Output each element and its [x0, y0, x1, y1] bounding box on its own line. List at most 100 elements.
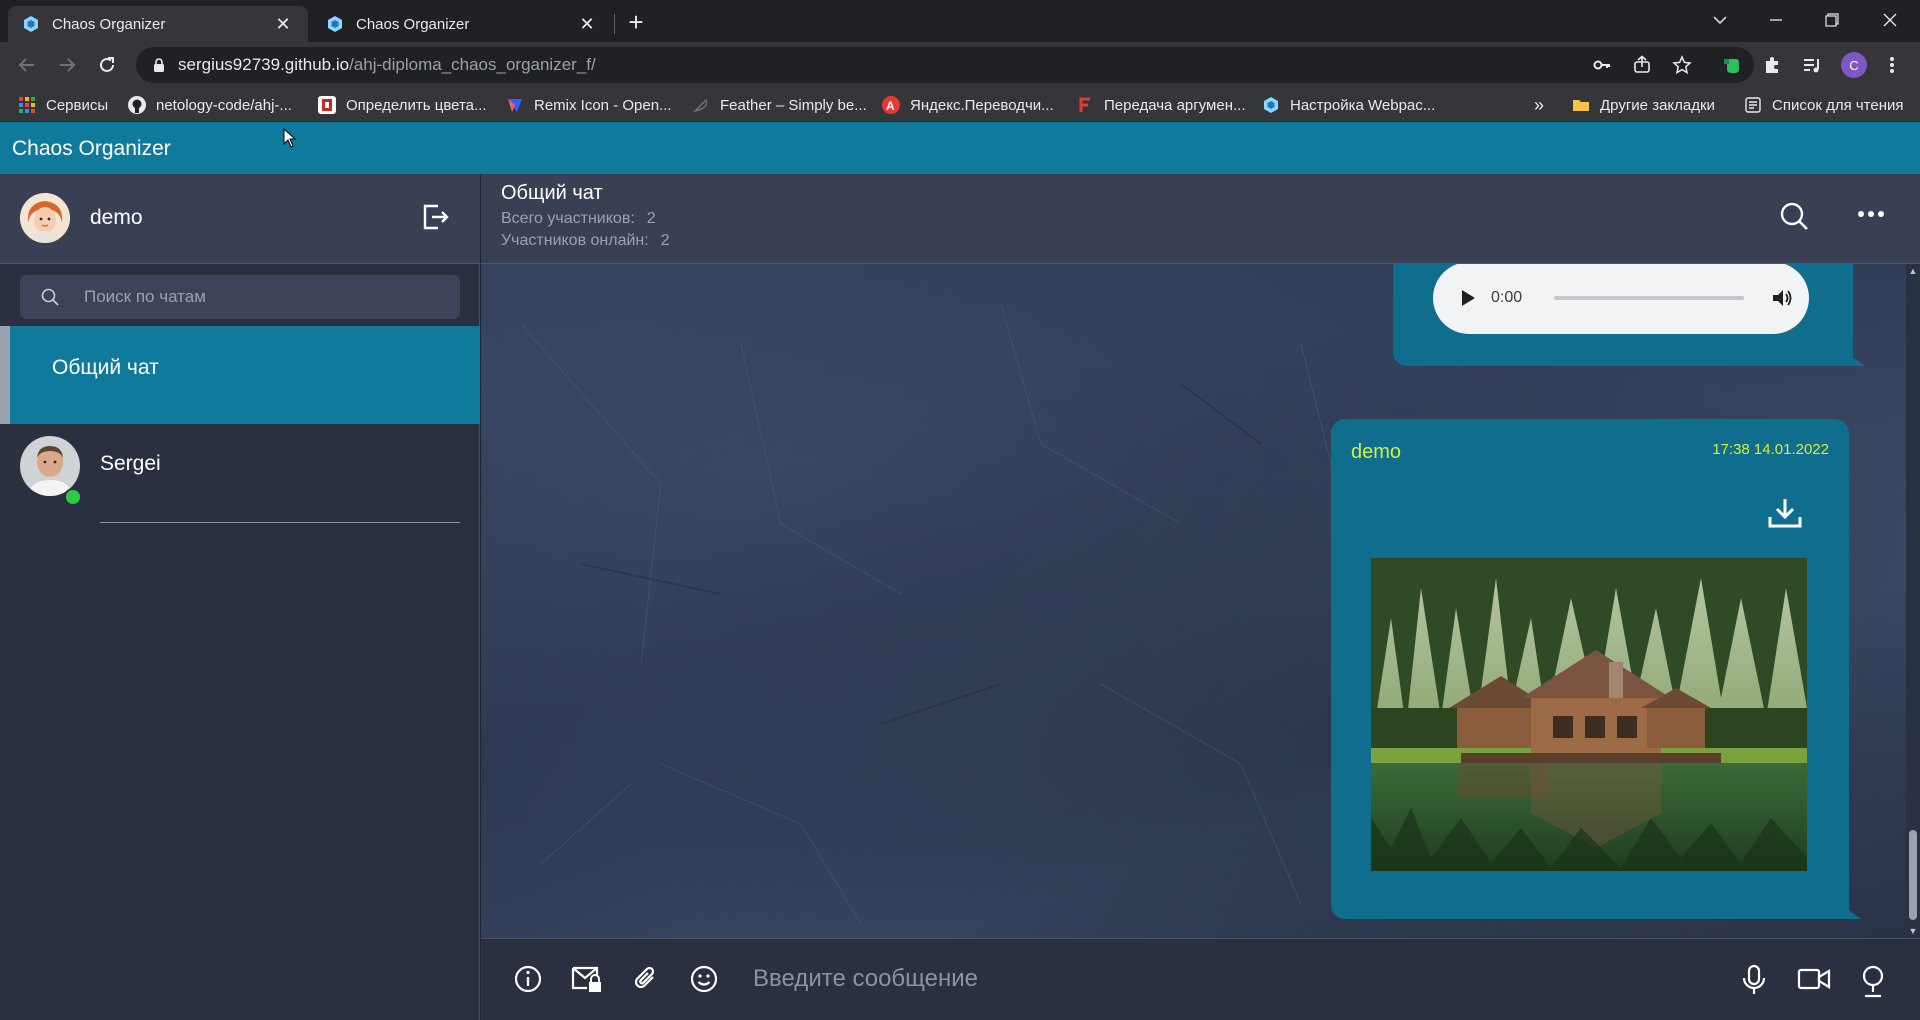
message-area[interactable]: 0:00 demo 17:38 14.01.2022 ▲ ▼ [481, 264, 1920, 938]
evernote-extension-icon[interactable] [1720, 53, 1744, 77]
reading-list-icon [1744, 96, 1762, 114]
volume-icon[interactable] [1772, 288, 1794, 308]
user-name: demo [90, 206, 143, 229]
bookmark-arguments[interactable]: Передача аргумен... [1076, 94, 1246, 116]
f-icon [1076, 96, 1094, 114]
color-icon [318, 96, 336, 114]
audio-player[interactable]: 0:00 [1433, 264, 1809, 334]
message-composer [481, 938, 1920, 1020]
attach-icon[interactable] [631, 964, 661, 994]
key-icon[interactable] [1590, 53, 1614, 77]
bookmark-feather[interactable]: Feather – Simply be... [692, 94, 867, 116]
bookmark-colors[interactable]: Определить цвета... [318, 94, 487, 116]
lock-icon[interactable] [152, 57, 166, 73]
scroll-up-icon[interactable]: ▲ [1908, 266, 1918, 276]
total-members-label: Всего участников: [501, 210, 635, 227]
reading-list[interactable]: Список для чтения [1744, 94, 1904, 116]
bookmark-github[interactable]: netology-code/ahj-... [128, 94, 292, 116]
chat-title: Общий чат [501, 182, 603, 204]
new-tab-button[interactable]: + [620, 7, 652, 37]
browser-tab-bar: Chaos Organizer ✕ Chaos Organizer ✕ + [0, 0, 1920, 42]
total-members: Всего участников: 2 [501, 210, 656, 228]
bookmarks-overflow-button[interactable]: » [1534, 94, 1544, 116]
search-messages-icon[interactable] [1778, 200, 1810, 232]
yandex-translate-icon: A [882, 96, 900, 114]
user-bar: demo [0, 174, 480, 264]
online-members: Участников онлайн: 2 [501, 232, 670, 250]
media-control-icon[interactable] [1800, 53, 1824, 77]
bookmark-label: Remix Icon - Open... [534, 96, 672, 114]
chat-item-general[interactable]: Общий чат [0, 326, 480, 424]
microphone-icon[interactable] [1740, 964, 1768, 996]
search-icon [40, 287, 60, 307]
location-icon[interactable] [1859, 964, 1887, 998]
extensions-puzzle-icon[interactable] [1760, 53, 1784, 77]
tab-close-icon[interactable]: ✕ [576, 13, 598, 35]
profile-avatar[interactable]: C [1841, 52, 1867, 78]
audio-message-bubble: 0:00 [1393, 264, 1865, 366]
bookmark-label: Яндекс.Переводчи... [910, 96, 1054, 114]
browser-tab-2[interactable]: Chaos Organizer ✕ [312, 6, 612, 42]
tab-search-icon[interactable] [1692, 0, 1748, 40]
bookmark-webpack[interactable]: Настройка Webpac... [1262, 94, 1435, 116]
browser-menu-icon[interactable] [1880, 53, 1904, 77]
bookmark-label: Определить цвета... [346, 96, 487, 114]
sidebar: demo Общий чат Sergei [0, 174, 480, 1020]
logout-icon[interactable] [420, 202, 450, 232]
mail-lock-icon[interactable] [571, 964, 603, 994]
restore-icon[interactable] [1804, 0, 1860, 40]
webpack-icon [1262, 96, 1280, 114]
feather-icon [692, 96, 710, 114]
info-icon[interactable] [513, 964, 543, 994]
bookmark-services[interactable]: Сервисы [18, 94, 108, 116]
emoji-icon[interactable] [689, 964, 719, 994]
more-options-icon[interactable] [1857, 210, 1885, 218]
close-window-icon[interactable] [1862, 0, 1918, 40]
minimize-icon[interactable] [1748, 0, 1804, 40]
webpack-favicon-icon [326, 15, 344, 33]
audio-progress-track[interactable] [1554, 296, 1745, 300]
tab-title: Chaos Organizer [356, 15, 470, 33]
bookmark-label: Список для чтения [1772, 96, 1904, 114]
chat-item-name: Sergei [100, 452, 161, 475]
webpack-favicon-icon [22, 15, 40, 33]
url-path: /ahj-diploma_chaos_organizer_f/ [349, 55, 596, 74]
other-bookmarks[interactable]: Другие закладки [1572, 94, 1715, 116]
bookmark-yandex-translate[interactable]: A Яндекс.Переводчи... [882, 94, 1054, 116]
browser-tab-1[interactable]: Chaos Organizer ✕ [8, 6, 308, 42]
reload-icon[interactable] [92, 50, 122, 80]
bookmark-star-icon[interactable] [1670, 53, 1694, 77]
message-timestamp: 17:38 14.01.2022 [1712, 441, 1829, 458]
browser-toolbar: sergius92739.github.io/ahj-diploma_chaos… [0, 42, 1920, 88]
active-indicator [0, 326, 10, 424]
play-icon[interactable] [1461, 290, 1475, 306]
chat-item-sergei[interactable]: Sergei [0, 436, 480, 526]
forward-icon[interactable] [52, 50, 82, 80]
tab-title: Chaos Organizer [52, 15, 166, 33]
back-icon[interactable] [12, 50, 42, 80]
scrollbar[interactable]: ▲ ▼ [1906, 264, 1920, 938]
remix-icon [506, 96, 524, 114]
message-input[interactable] [753, 961, 1653, 997]
url-host: sergius92739.github.io [178, 55, 350, 74]
address-bar[interactable]: sergius92739.github.io/ahj-diploma_chaos… [136, 47, 1754, 83]
online-status-indicator [64, 488, 82, 506]
github-icon [128, 96, 146, 114]
scrollbar-thumb[interactable] [1909, 830, 1917, 920]
online-members-label: Участников онлайн: [501, 232, 649, 249]
share-icon[interactable] [1630, 53, 1654, 77]
user-avatar[interactable] [20, 193, 70, 243]
image-message-bubble: demo 17:38 14.01.2022 [1331, 419, 1861, 919]
scroll-down-icon[interactable]: ▼ [1908, 926, 1918, 936]
bookmark-remix[interactable]: Remix Icon - Open... [506, 94, 672, 116]
online-members-value: 2 [660, 232, 670, 249]
chat-search-input[interactable] [84, 287, 424, 307]
tab-close-icon[interactable]: ✕ [272, 13, 294, 35]
bookmarks-bar: Сервисы netology-code/ahj-... Определить… [0, 88, 1920, 122]
download-icon[interactable] [1767, 497, 1803, 529]
chat-search[interactable] [20, 275, 460, 319]
message-image[interactable] [1371, 558, 1807, 871]
folder-icon [1572, 96, 1590, 114]
apps-grid-icon [18, 96, 36, 114]
video-icon[interactable] [1797, 964, 1831, 994]
